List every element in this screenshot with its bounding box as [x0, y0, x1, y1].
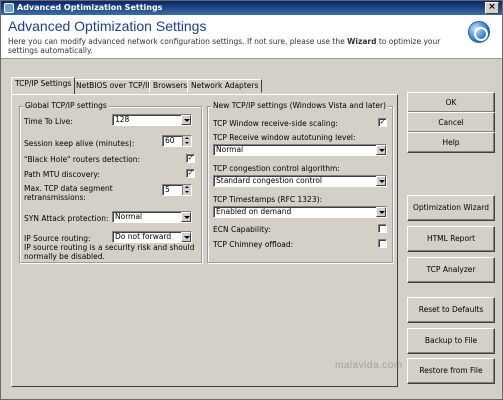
pmtu-label: Path MTU discovery: — [24, 170, 100, 179]
tcp-analyzer-button[interactable]: TCP Analyzer — [407, 257, 495, 283]
tab-panel: Global TCP/IP settings Time To Live: 128… — [11, 94, 398, 387]
autotune-select[interactable]: Normal — [213, 144, 387, 156]
iprouting-value: Do not forward — [115, 232, 172, 241]
page-title: Advanced Optimization Settings — [8, 18, 207, 34]
html-report-button[interactable]: HTML Report — [407, 226, 495, 252]
chevron-down-icon[interactable] — [376, 145, 386, 155]
iprouting-label: IP Source routing: — [24, 234, 91, 243]
syn-label: SYN Attack protection: — [24, 214, 109, 223]
ecn-checkbox[interactable] — [378, 224, 387, 233]
blackhole-label: "Black Hole" routers detection: — [24, 155, 141, 164]
ttl-select[interactable]: 128 — [112, 114, 192, 126]
autotune-value: Normal — [216, 145, 244, 154]
ok-button[interactable]: OK — [407, 92, 495, 113]
timestamps-value: Enabled on demand — [216, 207, 292, 216]
tab-tcpip-settings[interactable]: TCP/IP Settings — [11, 77, 76, 94]
global-group-title: Global TCP/IP settings — [23, 101, 109, 110]
retrans-value: 5 — [165, 185, 170, 194]
globe-icon — [468, 21, 490, 43]
tab-network-adapters[interactable]: Network Adapters — [187, 79, 263, 93]
timestamps-label: TCP Timestamps (RFC 1323): — [213, 195, 323, 204]
header-banner: Advanced Optimization Settings Here you … — [1, 15, 502, 59]
iprouting-select[interactable]: Do not forward — [112, 231, 192, 243]
window-title: Advanced Optimization Settings — [17, 3, 163, 12]
chevron-down-icon[interactable] — [376, 176, 386, 186]
iprouting-note: IP source routing is a security risk and… — [24, 243, 195, 261]
watermark: malavida.com — [335, 360, 403, 371]
retrans-stepper[interactable]: 5 — [162, 184, 192, 196]
app-icon — [4, 3, 14, 13]
syn-select[interactable]: Normal — [112, 211, 192, 223]
spin-arrows-icon[interactable] — [182, 185, 191, 195]
congestion-select[interactable]: Standard congestion control — [213, 175, 387, 187]
help-button[interactable]: Help — [407, 132, 495, 153]
chevron-down-icon[interactable] — [376, 207, 386, 217]
restore-file-button[interactable]: Restore from File — [407, 358, 495, 384]
cancel-button[interactable]: Cancel — [407, 112, 495, 133]
retrans-label-line1: Max. TCP data segment — [24, 184, 113, 193]
syn-value: Normal — [115, 212, 143, 221]
chevron-down-icon[interactable] — [181, 232, 191, 242]
reset-defaults-button[interactable]: Reset to Defaults — [407, 297, 495, 323]
tab-netbios[interactable]: NetBIOS over TCP/IP — [72, 79, 156, 93]
settings-window: Advanced Optimization Settings × Advance… — [0, 0, 503, 400]
optimization-wizard-button[interactable]: Optimization Wizard — [407, 195, 495, 221]
tab-browsers[interactable]: Browsers — [149, 79, 192, 93]
congestion-value: Standard congestion control — [216, 176, 322, 185]
spin-arrows-icon[interactable] — [182, 136, 191, 146]
keepalive-label: Session keep alive (minutes): — [24, 139, 135, 148]
ecn-label: ECN Capability: — [213, 225, 271, 234]
chimney-label: TCP Chimney offload: — [213, 240, 294, 249]
backup-file-button[interactable]: Backup to File — [407, 328, 495, 354]
keepalive-stepper[interactable]: 60 — [162, 135, 192, 147]
autotune-label: TCP Receive window autotuning level: — [213, 133, 356, 142]
chevron-down-icon[interactable] — [181, 212, 191, 222]
blackhole-checkbox[interactable]: ✓ — [186, 154, 195, 163]
keepalive-value: 60 — [165, 136, 175, 145]
vista-settings-group: New TCP/IP settings (Windows Vista and l… — [207, 101, 393, 263]
vista-group-title: New TCP/IP settings (Windows Vista and l… — [211, 101, 388, 110]
chevron-down-icon[interactable] — [181, 115, 191, 125]
chimney-checkbox[interactable] — [378, 239, 387, 248]
ttl-value: 128 — [115, 115, 130, 124]
header-description: Here you can modify advanced network con… — [8, 37, 441, 55]
rss-checkbox[interactable]: ✓ — [378, 118, 387, 127]
retrans-label-line2: retransmissions: — [24, 193, 86, 202]
close-icon[interactable]: × — [485, 2, 499, 14]
congestion-label: TCP congestion control algorithm: — [213, 164, 340, 173]
global-settings-group: Global TCP/IP settings Time To Live: 128… — [19, 101, 202, 263]
wizard-keyword: Wizard — [347, 37, 377, 46]
title-bar: Advanced Optimization Settings × — [1, 1, 502, 15]
pmtu-checkbox[interactable]: ✓ — [186, 169, 195, 178]
ttl-label: Time To Live: — [24, 117, 73, 126]
timestamps-select[interactable]: Enabled on demand — [213, 206, 387, 218]
rss-label: TCP Window receive-side scaling: — [213, 119, 338, 128]
